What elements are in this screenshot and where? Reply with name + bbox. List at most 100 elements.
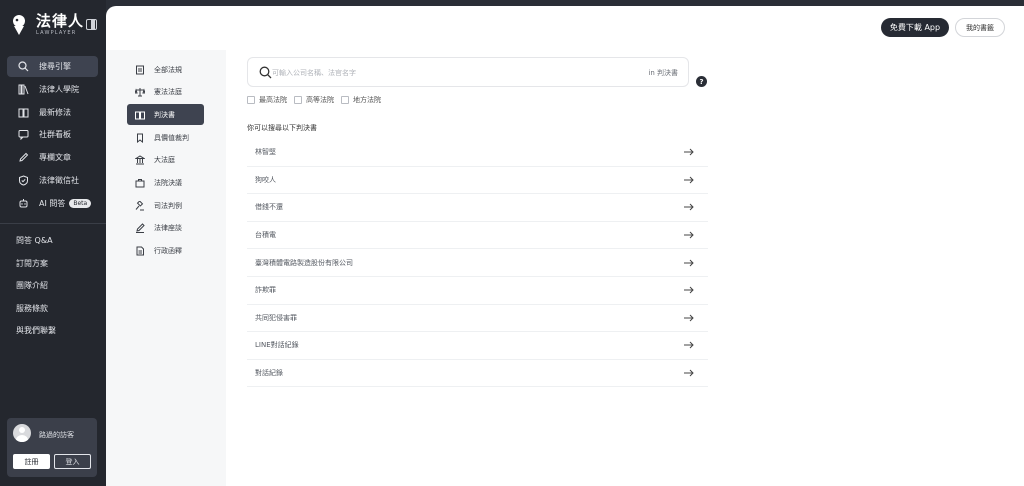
books-icon xyxy=(17,83,29,95)
search-icon xyxy=(17,61,29,73)
help-icon[interactable]: ? xyxy=(696,76,707,87)
user-name: 路過的訪客 xyxy=(39,431,74,439)
filter-label: 最高法院 xyxy=(259,96,287,104)
search-box: in 判決書 xyxy=(247,57,689,87)
nav-item-columns[interactable]: 專欄文章 xyxy=(7,147,98,168)
category-label: 行政函釋 xyxy=(154,247,182,255)
sidebar-collapse-icon[interactable] xyxy=(86,19,97,30)
pen-icon xyxy=(17,152,29,164)
item-label: 林智堅 xyxy=(255,148,276,157)
category-label: 憲法法庭 xyxy=(154,88,182,97)
briefcase-icon xyxy=(135,178,145,188)
list-item[interactable]: 狗咬人 xyxy=(247,167,708,195)
bookmark-icon xyxy=(135,133,145,143)
courthouse-icon xyxy=(135,155,145,165)
filter-label: 地方法院 xyxy=(353,96,381,104)
nav-item-ai-qa[interactable]: AI 問答 Beta xyxy=(7,193,98,214)
item-label: 借錢不還 xyxy=(255,203,283,212)
main-nav: 搜尋引擎 法律人學院 最新修法 社群看板 專欄文章 法律徵信社 AI 問答 Be… xyxy=(7,56,98,216)
results-title: 你可以搜尋以下判決書 xyxy=(247,124,317,132)
category-grand-chamber[interactable]: 大法庭 xyxy=(127,150,204,171)
nav-label: 法律徵信社 xyxy=(39,175,79,185)
gavel-icon xyxy=(135,200,145,211)
category-judgments[interactable]: 判決書 xyxy=(127,104,204,126)
nav-label: 最新修法 xyxy=(39,107,71,117)
user-card: 路過的訪客 註冊 登入 xyxy=(7,418,97,477)
list-item[interactable]: LINE對話紀錄 xyxy=(247,332,708,360)
category-legal-forums[interactable]: 法律座談 xyxy=(127,218,204,239)
item-label: 臺灣積體電路製造股份有限公司 xyxy=(255,258,353,267)
filter-district-court[interactable]: 地方法院 xyxy=(341,95,381,105)
list-item[interactable]: 借錢不還 xyxy=(247,194,708,222)
category-constitutional-court[interactable]: 憲法法庭 xyxy=(127,82,204,103)
filter-supreme-court[interactable]: 最高法院 xyxy=(247,95,287,105)
nav-label: 社群看板 xyxy=(39,130,71,140)
login-button[interactable]: 登入 xyxy=(54,454,91,469)
arrow-right-icon xyxy=(684,204,694,211)
nav-item-detective[interactable]: 法律徵信社 xyxy=(7,170,98,191)
checkbox[interactable] xyxy=(294,96,302,104)
list-item[interactable]: 臺灣積體電路製造股份有限公司 xyxy=(247,249,708,277)
chat-icon xyxy=(17,129,29,141)
category-all-laws[interactable]: 全部法規 xyxy=(127,59,204,80)
category-valuable-rulings[interactable]: 具價值裁判 xyxy=(127,127,204,148)
logo[interactable]: 法律人 LAWPLAYER xyxy=(10,14,84,36)
item-label: LINE對話紀錄 xyxy=(255,341,299,350)
nav-item-community[interactable]: 社群看板 xyxy=(7,124,98,145)
list-item[interactable]: 共同犯侵害罪 xyxy=(247,305,708,333)
book-open-icon xyxy=(17,106,29,118)
brand-name: 法律人 xyxy=(36,12,85,30)
link-qa[interactable]: 問答 Q&A xyxy=(16,236,56,259)
edit-icon xyxy=(135,223,145,234)
category-precedents[interactable]: 司法判例 xyxy=(127,195,204,216)
arrow-right-icon xyxy=(684,314,694,322)
link-team[interactable]: 團隊介紹 xyxy=(16,281,56,304)
link-plans[interactable]: 訂閱方案 xyxy=(16,259,56,282)
checkbox[interactable] xyxy=(341,96,349,104)
category-label: 全部法規 xyxy=(154,65,182,74)
nav-item-search[interactable]: 搜尋引擎 xyxy=(7,56,98,77)
category-label: 具價值裁判 xyxy=(154,133,189,142)
app-window: 法律人 LAWPLAYER 搜尋引擎 法律人學院 最新修法 社群看板 專欄文章 … xyxy=(0,0,1024,486)
category-administrative-interpretations[interactable]: 行政函釋 xyxy=(127,241,204,262)
robot-icon xyxy=(17,197,29,209)
nav-label: AI 問答 xyxy=(39,198,66,208)
arrow-right-icon xyxy=(684,342,694,349)
document-icon xyxy=(135,65,145,75)
list-item[interactable]: 林智堅 xyxy=(247,139,708,167)
category-label: 司法判例 xyxy=(154,201,182,210)
item-label: 共同犯侵害罪 xyxy=(255,313,297,322)
main-content: 免費下載 App 我的書籤 全部法規 憲法法庭 判決書 具價值裁判 大法庭 法院… xyxy=(106,6,1024,486)
category-label: 大法庭 xyxy=(154,156,175,165)
link-terms[interactable]: 服務條款 xyxy=(16,304,56,327)
signup-button[interactable]: 註冊 xyxy=(13,454,50,469)
brand-subtitle: LAWPLAYER xyxy=(36,30,77,36)
arrow-right-icon xyxy=(684,286,694,294)
arrow-right-icon xyxy=(684,176,694,184)
sidebar: 法律人 LAWPLAYER 搜尋引擎 法律人學院 最新修法 社群看板 專欄文章 … xyxy=(0,0,106,486)
download-app-button[interactable]: 免費下載 App xyxy=(881,18,949,37)
link-contact[interactable]: 與我們聯繫 xyxy=(16,326,56,349)
sidebar-divider xyxy=(0,223,106,224)
list-item[interactable]: 台積電 xyxy=(247,222,708,250)
item-label: 詐欺罪 xyxy=(255,286,276,295)
search-input[interactable] xyxy=(272,65,622,81)
category-label: 法院決議 xyxy=(154,178,182,187)
beta-badge: Beta xyxy=(69,198,92,208)
file-icon xyxy=(135,246,145,256)
nav-label: 法律人學院 xyxy=(39,84,79,94)
category-court-resolutions[interactable]: 法院決議 xyxy=(127,172,204,193)
filter-high-court[interactable]: 高等法院 xyxy=(294,95,334,105)
list-item[interactable]: 詐欺罪 xyxy=(247,277,708,305)
court-filters: 最高法院 高等法院 地方法院 xyxy=(247,95,388,105)
nav-label: 搜尋引擎 xyxy=(39,62,71,71)
bookshelf-button[interactable]: 我的書籤 xyxy=(955,18,1005,37)
category-label: 法律座談 xyxy=(154,224,182,233)
list-item[interactable]: 對話紀錄 xyxy=(247,360,708,388)
nav-item-academy[interactable]: 法律人學院 xyxy=(7,79,98,100)
sidebar-links: 問答 Q&A 訂閱方案 團隊介紹 服務條款 與我們聯繫 xyxy=(16,236,56,349)
arrow-right-icon xyxy=(684,259,694,267)
checkbox[interactable] xyxy=(247,96,255,104)
nav-item-amendments[interactable]: 最新修法 xyxy=(7,102,98,123)
nav-label: 專欄文章 xyxy=(39,153,71,163)
